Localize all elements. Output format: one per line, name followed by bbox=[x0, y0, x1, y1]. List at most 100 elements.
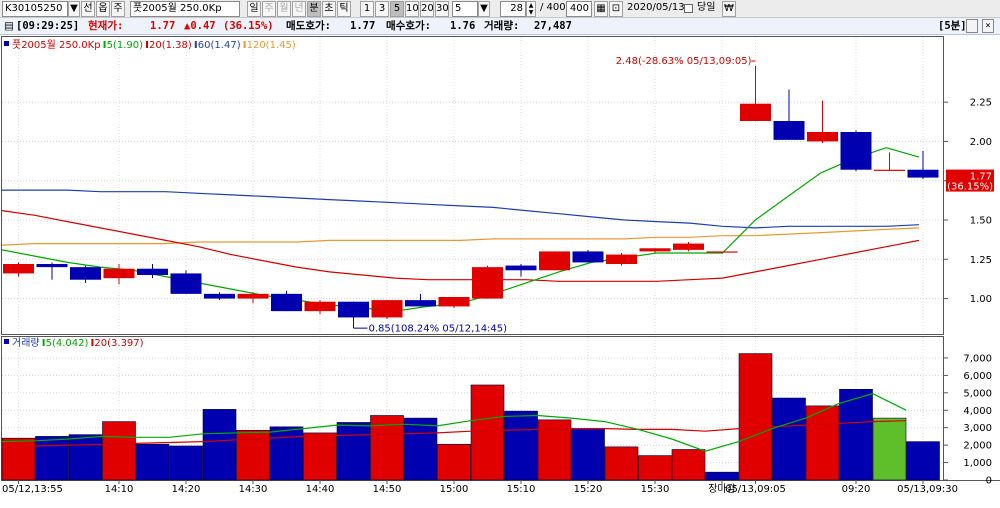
ma120-line bbox=[1, 227, 920, 246]
candle-body bbox=[673, 243, 704, 250]
high-price-annotation: 2.48(-28.63% 05/13,09:05) bbox=[616, 56, 752, 67]
price-moving-averages bbox=[1, 147, 920, 312]
candle-body bbox=[505, 265, 537, 271]
price-info-bar: ▤ [09:29:25] 현재가: 1.77 ▲0.47 (36.15%) 매도… bbox=[0, 18, 1000, 35]
today-checkbox[interactable] bbox=[684, 4, 693, 13]
chart-icon[interactable]: ▤ bbox=[4, 18, 14, 34]
candle-body bbox=[874, 169, 905, 171]
option-icon[interactable]: 옵 bbox=[96, 1, 110, 17]
time-tick-label: 14:50 bbox=[373, 484, 402, 495]
volume-value: 27,487 bbox=[534, 20, 572, 32]
price-tick-label: 2.00 bbox=[970, 137, 992, 148]
volume-tick-label: 6,000 bbox=[963, 371, 992, 382]
candle-body bbox=[371, 300, 403, 318]
interval-button-10[interactable]: 10 bbox=[405, 1, 419, 17]
candle-body bbox=[338, 301, 369, 318]
price-legend-item: 20(1.38) bbox=[149, 40, 192, 51]
query-icon[interactable]: ⊡ bbox=[609, 1, 623, 17]
volume-bar bbox=[169, 445, 203, 481]
candle-body bbox=[840, 132, 872, 170]
candle-body bbox=[405, 300, 436, 307]
price-legend-marker bbox=[4, 41, 9, 46]
price-legend-swatch bbox=[194, 41, 197, 48]
count-input[interactable]: 28 bbox=[500, 1, 526, 17]
volume-legend-item: 5(4.042) bbox=[46, 338, 89, 349]
period-button-4[interactable]: 분 bbox=[307, 1, 321, 17]
time-tick-label: 05/12,13:55 bbox=[2, 484, 63, 495]
search-icon[interactable]: 선 bbox=[81, 1, 95, 17]
current-price-value: 1.77 bbox=[150, 20, 176, 32]
bid-value: 1.76 bbox=[450, 20, 476, 32]
volume-legend: 거래량 5(4.042) 20(3.397) bbox=[4, 337, 144, 349]
price-tick-label: 1.50 bbox=[970, 216, 992, 227]
volume-legend-swatch bbox=[42, 339, 45, 346]
price-change: ▲0.47 bbox=[184, 20, 216, 32]
count-total-label: / 400 bbox=[540, 2, 566, 13]
interval-dropdown-icon[interactable]: ▼ bbox=[478, 1, 490, 17]
time-tick-label: 14:10 bbox=[105, 484, 134, 495]
candle-body bbox=[103, 268, 135, 279]
volume-bar bbox=[571, 428, 605, 481]
time-tick-label: 15:00 bbox=[440, 484, 469, 495]
interval-button-5[interactable]: 5 bbox=[390, 1, 404, 17]
candle-body bbox=[539, 251, 570, 271]
time-tick-label: 15:20 bbox=[574, 484, 603, 495]
annotations: 1.77(36.15%)2.48(-28.63% 05/13,09:05)0.8… bbox=[353, 56, 994, 335]
candle-body bbox=[237, 293, 269, 299]
candle-body bbox=[36, 264, 68, 268]
volume-bar bbox=[269, 426, 304, 481]
today-label: 당일 bbox=[697, 2, 716, 13]
period-button-2[interactable]: 월 bbox=[277, 1, 291, 17]
candle-body bbox=[204, 293, 235, 299]
stock-icon[interactable]: 주 bbox=[111, 1, 125, 17]
period-button-5[interactable]: 초 bbox=[322, 1, 336, 17]
volume-bar bbox=[403, 417, 438, 481]
time-tick-label: 14:20 bbox=[172, 484, 201, 495]
time-label: [09:29:25] bbox=[16, 20, 80, 32]
volume-legend-marker bbox=[4, 339, 9, 344]
price-legend-swatch bbox=[103, 41, 106, 48]
won-icon[interactable]: ₩ bbox=[722, 1, 736, 17]
current-price-tag-pct: (36.15%) bbox=[947, 182, 993, 193]
candle-body bbox=[639, 248, 671, 252]
interval-button-1[interactable]: 1 bbox=[360, 1, 374, 17]
volume-label: 거래량: bbox=[484, 20, 520, 32]
time-tick-label: 05/13,09:30 bbox=[897, 484, 958, 495]
restore-icon[interactable] bbox=[966, 19, 978, 33]
volume-bar bbox=[872, 417, 907, 481]
period-button-1[interactable]: 주 bbox=[262, 1, 276, 17]
price-legend-swatch bbox=[243, 41, 246, 48]
volume-bar bbox=[638, 455, 672, 481]
period-button-0[interactable]: 일 bbox=[247, 1, 261, 17]
volume-bars bbox=[1, 353, 940, 481]
volume-bar bbox=[470, 384, 505, 481]
code-input[interactable]: K30105250 bbox=[2, 1, 68, 17]
period-button-3[interactable]: 년 bbox=[292, 1, 306, 17]
candle-body bbox=[907, 169, 939, 178]
price-legend-swatch bbox=[146, 41, 148, 48]
count-stepper-icon[interactable]: ▲ ▼ bbox=[526, 1, 536, 17]
interval-button-30[interactable]: 30 bbox=[435, 1, 449, 17]
interval-button-3[interactable]: 3 bbox=[375, 1, 389, 17]
volume-tick-label: 0 bbox=[986, 476, 992, 487]
calendar-icon[interactable]: ▦ bbox=[594, 1, 608, 17]
bid-label: 매수호가: bbox=[386, 20, 431, 32]
time-tick-label: 15:10 bbox=[507, 484, 536, 495]
volume-bar bbox=[336, 422, 371, 481]
volume-bar bbox=[303, 432, 337, 481]
volume-bar bbox=[437, 443, 471, 481]
volume-tick-label: 1,000 bbox=[963, 458, 992, 469]
total-input[interactable]: 400 bbox=[566, 1, 592, 17]
close-icon[interactable]: × bbox=[982, 19, 994, 33]
item-name-field: 풋2005월 250.0Kp bbox=[130, 1, 240, 17]
volume-bar bbox=[906, 441, 940, 481]
volume-bar bbox=[1, 437, 36, 481]
interval-select[interactable]: 5 bbox=[452, 1, 478, 17]
ask-label: 매도호가: bbox=[286, 20, 331, 32]
code-dropdown-icon[interactable]: ▼ bbox=[68, 1, 80, 17]
candle-body bbox=[740, 103, 771, 121]
volume-bar bbox=[236, 430, 270, 481]
period-button-6[interactable]: 틱 bbox=[337, 1, 351, 17]
date-field[interactable]: 2020/05/13 bbox=[627, 1, 685, 17]
interval-button-20[interactable]: 20 bbox=[420, 1, 434, 17]
